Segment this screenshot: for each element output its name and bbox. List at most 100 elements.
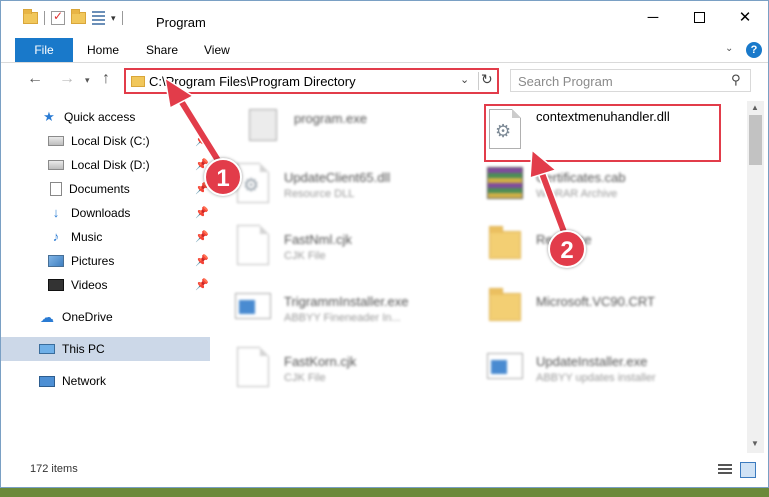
folder-icon	[131, 76, 145, 87]
new-folder-icon[interactable]	[71, 9, 86, 24]
title-bar: ▾ Program ─ ✕	[1, 1, 768, 35]
sidebar-item-onedrive[interactable]: ☁ OneDrive	[1, 305, 210, 329]
sidebar-item-label: Videos	[71, 278, 108, 292]
file-item[interactable]: ⚙ UpdateClient65.dll Resource DLL	[233, 161, 473, 215]
sidebar-item-this-pc[interactable]: This PC	[1, 337, 210, 361]
download-icon: ↓	[52, 205, 60, 220]
navigation-pane: ★ Quick access Local Disk (C:) 📌 Local D…	[1, 101, 213, 453]
vertical-scrollbar[interactable]: ▲ ▼	[747, 101, 764, 453]
sidebar-item-music[interactable]: ♪ Music 📌	[1, 225, 210, 249]
sidebar-item-documents[interactable]: Documents 📌	[1, 177, 210, 201]
status-bar: 172 items	[1, 456, 768, 484]
file-type: CJK File	[284, 250, 326, 262]
address-separator	[478, 72, 479, 90]
sidebar-item-network[interactable]: Network	[1, 369, 210, 393]
folder-icon	[489, 226, 521, 259]
forward-arrow-icon[interactable]: →	[59, 70, 75, 88]
file-type: Resource DLL	[284, 188, 355, 200]
file-list: program.exe ⚙ contextmenuhandler.dll ⚙ U…	[213, 101, 746, 453]
quick-access-toolbar: ▾	[23, 9, 123, 25]
folder-icon	[23, 9, 38, 24]
tab-view[interactable]: View	[204, 38, 230, 62]
file-type: WinRAR Archive	[536, 188, 618, 200]
file-type: ABBYY updates installer	[536, 372, 656, 384]
file-type: ABBYY Fineneader In...	[284, 312, 401, 324]
file-name: FastKorn.cjk	[284, 354, 357, 369]
sidebar-item-local-disk-c[interactable]: Local Disk (C:) 📌	[1, 129, 210, 153]
toolbar-dropdown-icon[interactable]: ▾	[111, 13, 116, 24]
sidebar-item-label: Pictures	[71, 254, 115, 268]
pin-icon[interactable]: 📌	[195, 230, 209, 243]
file-name: FastNml.cjk	[284, 232, 352, 247]
tab-home[interactable]: Home	[87, 38, 119, 62]
navigation-bar: ← → ▾ ↑ C:\Program Files\Program Directo…	[1, 64, 768, 96]
minimize-button[interactable]: ─	[630, 1, 676, 33]
chevron-down-icon[interactable]: ⌄	[460, 73, 469, 86]
sidebar-item-label: Music	[71, 230, 103, 244]
sidebar-item-quick-access[interactable]: ★ Quick access	[1, 105, 210, 129]
step-1-badge: 1	[204, 158, 242, 196]
close-button[interactable]: ✕	[722, 1, 768, 33]
file-name: TrigrammInstaller.exe	[284, 294, 409, 309]
sidebar-item-videos[interactable]: Videos 📌	[1, 273, 210, 297]
search-input[interactable]: Search Program ⚲	[510, 69, 751, 92]
sidebar-item-pictures[interactable]: Pictures 📌	[1, 249, 210, 273]
page-icon	[237, 347, 269, 387]
file-icon	[485, 161, 525, 205]
file-item[interactable]: TrigrammInstaller.exe ABBYY Fineneader I…	[233, 285, 473, 339]
pictures-icon	[48, 255, 64, 267]
sidebar-item-downloads[interactable]: ↓ Downloads 📌	[1, 201, 210, 225]
dll-highlight-box	[484, 104, 721, 162]
recent-locations-icon[interactable]: ▾	[85, 75, 90, 86]
scroll-up-icon[interactable]: ▲	[751, 103, 759, 112]
disk-icon	[48, 160, 64, 170]
back-arrow-icon[interactable]: ←	[27, 70, 43, 88]
expand-ribbon-icon[interactable]: ⌄	[725, 43, 733, 54]
file-item[interactable]: FastKorn.cjk CJK File	[233, 345, 473, 399]
scroll-down-icon[interactable]: ▼	[751, 439, 759, 448]
file-item[interactable]: program.exe	[243, 103, 483, 157]
scroll-thumb[interactable]	[749, 115, 762, 165]
sidebar-item-label: Local Disk (C:)	[71, 134, 150, 148]
file-icon	[485, 223, 525, 267]
address-path[interactable]: C:\Program Files\Program Directory	[149, 74, 356, 89]
folder-icon	[489, 288, 521, 321]
maximize-button[interactable]	[676, 1, 722, 33]
file-icon	[233, 223, 273, 267]
sidebar-item-local-disk-d[interactable]: Local Disk (D:) 📌	[1, 153, 210, 177]
sidebar-item-label: This PC	[62, 342, 105, 356]
file-item[interactable]: Resource	[485, 223, 725, 277]
file-item[interactable]: Microsoft.VC90.CRT	[485, 285, 725, 339]
network-icon	[39, 375, 55, 387]
pin-icon[interactable]: 📌	[195, 254, 209, 267]
toolbar-separator	[44, 11, 45, 25]
properties-check-icon[interactable]	[51, 9, 65, 25]
tab-share[interactable]: Share	[146, 38, 178, 62]
pin-icon[interactable]: 📌	[195, 206, 209, 219]
installer-icon	[235, 293, 271, 319]
file-type: CJK File	[284, 372, 326, 384]
archive-icon	[487, 167, 523, 199]
address-bar[interactable]: C:\Program Files\Program Directory ⌄ ↻	[124, 68, 499, 94]
file-name: Certificates.cab	[536, 170, 626, 185]
file-name: UpdateClient65.dll	[284, 170, 391, 185]
file-name: program.exe	[294, 111, 367, 126]
details-view-icon[interactable]	[718, 464, 732, 476]
file-item[interactable]: UpdateInstaller.exe ABBYY updates instal…	[485, 345, 725, 399]
tab-file[interactable]: File	[15, 38, 73, 62]
help-icon[interactable]: ?	[746, 42, 762, 58]
pin-icon[interactable]: 📌	[195, 278, 209, 291]
customize-icon[interactable]	[92, 11, 105, 25]
installer-icon	[487, 353, 523, 379]
large-icons-view-icon[interactable]	[740, 462, 756, 478]
window-title: Program	[156, 15, 206, 30]
search-icon[interactable]: ⚲	[731, 72, 741, 88]
disk-icon	[48, 136, 64, 146]
pin-icon[interactable]: 📌	[195, 134, 209, 147]
star-icon: ★	[43, 109, 55, 124]
up-arrow-icon[interactable]: ↑	[102, 70, 110, 88]
file-item[interactable]: FastNml.cjk CJK File	[233, 223, 473, 277]
ribbon: File Home Share View ⌄ ?	[1, 38, 768, 63]
file-item[interactable]: Certificates.cab WinRAR Archive	[485, 161, 725, 215]
refresh-icon[interactable]: ↻	[481, 71, 493, 88]
